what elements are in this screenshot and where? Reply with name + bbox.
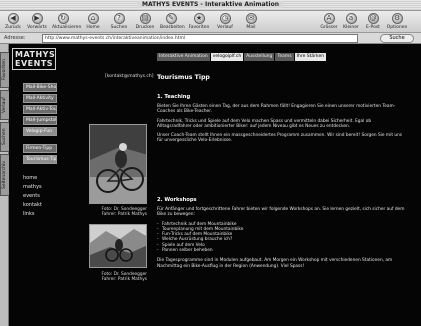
link-mathys-events[interactable]: mathys events [23, 183, 57, 201]
print-button[interactable]: ▤ Drucken [134, 13, 156, 32]
title-bar: MATHYS EVENTS - Interaktive Animation [0, 0, 421, 11]
tab-history[interactable]: Verlauf [0, 90, 9, 120]
back-button[interactable]: ◀ Zurück [2, 13, 24, 32]
tab-page-archive[interactable]: Seitenarchiv [0, 154, 9, 196]
reload-icon: ↻ [57, 13, 69, 24]
smaller-text-button[interactable]: a Kleiner [340, 13, 362, 32]
back-arrow-icon: ◀ [7, 13, 19, 24]
top-navigation: Interaktive Animation velogoiplf.ch Auss… [157, 53, 327, 61]
sidenav-firmen-tipp[interactable]: Firmen-Tipp [23, 144, 57, 153]
photo-caption-2: Foto: Dr. Sondeegger Fahrer: Patrik Math… [101, 272, 147, 282]
paragraph: Die Tagesprogramme sind in Modulen aufge… [157, 258, 393, 269]
smaller-text-icon: a [345, 13, 357, 24]
search-button[interactable]: ? Suchen [108, 13, 130, 32]
address-bar: Adresse: http://www.mathys-events.ch/int… [0, 33, 421, 44]
window-title: MATHYS EVENTS - Interaktive Animation [138, 1, 283, 8]
paragraph: Für Anfänger und fortgeschrittene Fahrer… [157, 207, 405, 218]
mail-button[interactable]: ✉ Mail [240, 13, 262, 32]
list-item: Pannen selber beheben [157, 248, 407, 254]
search-go-button[interactable]: Suche [380, 34, 414, 43]
bike-photo-1 [89, 124, 147, 204]
email-icon: @ [367, 13, 379, 24]
nav-ihre-staerken[interactable]: Ihre Stärken [294, 53, 327, 61]
sidenav-mall-bike-show[interactable]: Mall-Bike-Show [23, 83, 57, 92]
paragraph: Bieten Sie Ihren Gästen einen Tag, der a… [157, 104, 396, 115]
forward-arrow-icon: ▶ [31, 13, 43, 24]
workshop-list: Fahrtechnik auf dem Mountainbike Tourenp… [157, 222, 407, 254]
explorer-bar-tabs: Favoriten Verlauf Suchen Seitenarchiv [0, 44, 9, 326]
section-heading-teaching: 1. Teaching [157, 94, 191, 100]
article-section-2: 2. Workshops Für Anfänger und fortgeschr… [157, 197, 407, 273]
favorites-icon: ★ [193, 13, 205, 24]
sidenav-tourismus-tipp[interactable]: Tourismus-Tipp [23, 155, 57, 164]
sidenav-velogip-fun[interactable]: Velogip-Fun [23, 127, 57, 136]
email-button[interactable]: @ E-Post [362, 13, 384, 32]
sidenav-mall-aktivity[interactable]: Mall-Aktivity [23, 94, 57, 103]
url-field[interactable]: http://www.mathys-events.ch/interaktivea… [42, 34, 358, 43]
photo-caption-1: Foto: Dr. Sondeegger Fahrer: Patrik Math… [101, 207, 147, 217]
side-navigation: Mall-Bike-Show Mall-Aktivity Mall-Aktiv-… [23, 83, 57, 219]
edit-button[interactable]: ✎ Bearbeiten [160, 13, 185, 32]
bike-photo-2 [89, 224, 147, 268]
paragraph: Fahrtechnik, Tricks und Spiele auf dem V… [157, 118, 372, 129]
paragraph: Unser Coach-Team stellt Ihnen ein massge… [157, 133, 403, 144]
tab-search[interactable]: Suchen [0, 122, 9, 152]
reload-button[interactable]: ↻ Aktualisieren [52, 13, 81, 32]
site-logo[interactable]: MATHYS EVENTS [12, 48, 56, 70]
nav-teams[interactable]: Teams [275, 53, 294, 61]
article-section-1: Tourismus Tipp 1. Teaching Bieten Sie Ih… [157, 74, 407, 148]
history-button[interactable]: ◷ Verlauf [214, 13, 236, 32]
search-icon: ? [113, 13, 125, 24]
larger-text-button[interactable]: A Grösser [318, 13, 340, 32]
home-button[interactable]: ⌂ Home [82, 13, 104, 32]
larger-text-icon: A [323, 13, 335, 24]
link-home[interactable]: home [23, 174, 57, 183]
web-page: MATHYS EVENTS Interaktive Animation velo… [9, 44, 421, 326]
forward-button[interactable]: ▶ Vorwärts [26, 13, 48, 32]
options-button[interactable]: ⚙ Optionen [386, 13, 408, 32]
tab-favorites[interactable]: Favoriten [0, 52, 9, 88]
link-links[interactable]: links [23, 210, 57, 219]
browser-toolbar: ◀ Zurück ▶ Vorwärts ↻ Aktualisieren ⌂ Home ?… [0, 11, 421, 33]
nav-ausstellung[interactable]: Ausstellung [244, 53, 275, 61]
address-label: Adresse: [4, 35, 26, 41]
print-icon: ▤ [139, 13, 151, 24]
article-title: Tourismus Tipp [157, 74, 210, 81]
sidenav-mall-aktiv-tour[interactable]: Mall-Aktiv-Tour [23, 105, 57, 114]
edit-icon: ✎ [165, 13, 177, 24]
kontakt-email-link[interactable]: [kontakt@mathys.ch] [105, 74, 153, 79]
options-icon: ⚙ [391, 13, 403, 24]
home-icon: ⌂ [87, 13, 99, 24]
nav-interaktive-animation[interactable]: Interaktive Animation [157, 53, 210, 61]
nav-velogoiplf[interactable]: velogoiplf.ch [210, 53, 244, 61]
mail-icon: ✉ [245, 13, 257, 24]
link-kontakt[interactable]: kontakt [23, 201, 57, 210]
favorites-button[interactable]: ★ Favoriten [188, 13, 210, 32]
history-icon: ◷ [219, 13, 231, 24]
sidenav-mall-jumpstation[interactable]: Mall-Jumpstation [23, 116, 57, 125]
section-heading-workshops: 2. Workshops [157, 197, 197, 203]
